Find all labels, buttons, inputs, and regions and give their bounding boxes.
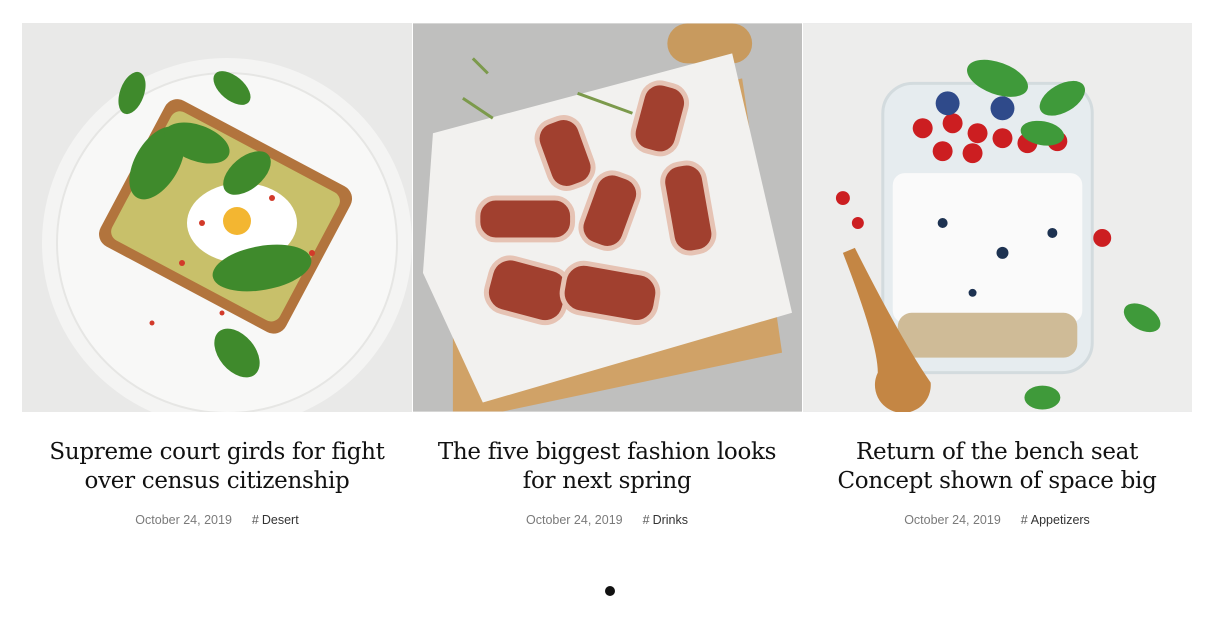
post-card: Supreme court girds for fight over censu… (22, 23, 412, 527)
avocado-toast-image (22, 23, 412, 412)
post-category[interactable]: # Appetizers (1021, 513, 1090, 527)
yogurt-parfait-image (803, 23, 1192, 412)
post-cards: Supreme court girds for fight over censu… (22, 23, 1192, 527)
post-title[interactable]: Return of the bench seat Concept shown o… (822, 438, 1172, 496)
post-date: October 24, 2019 (526, 513, 623, 527)
post-thumbnail-avocado-toast[interactable] (22, 23, 412, 412)
hash-icon: # (251, 513, 259, 527)
post-category-label[interactable]: Appetizers (1031, 513, 1090, 527)
hash-icon: # (642, 513, 650, 527)
pagination-dot-active[interactable] (604, 586, 615, 596)
bacon-skewers-image (413, 23, 802, 412)
post-card: Return of the bench seat Concept shown o… (802, 23, 1192, 527)
post-title-link[interactable]: The five biggest fashion looks for next … (438, 439, 777, 494)
post-date: October 24, 2019 (904, 513, 1001, 527)
post-date: October 24, 2019 (135, 513, 232, 527)
hash-icon: # (1020, 513, 1028, 527)
post-category[interactable]: # Drinks (643, 513, 688, 527)
post-carousel: Supreme court girds for fight over censu… (0, 0, 1219, 619)
carousel-pagination (0, 586, 1219, 596)
post-title[interactable]: The five biggest fashion looks for next … (432, 438, 782, 496)
post-category-label[interactable]: Desert (262, 513, 299, 527)
post-title[interactable]: Supreme court girds for fight over censu… (42, 438, 392, 496)
post-thumbnail-yogurt-parfait[interactable] (802, 23, 1192, 412)
post-meta: October 24, 2019 # Desert (22, 513, 412, 527)
post-card: The five biggest fashion looks for next … (412, 23, 802, 527)
post-meta: October 24, 2019 # Appetizers (802, 513, 1192, 527)
post-title-link[interactable]: Supreme court girds for fight over censu… (49, 439, 385, 494)
post-title-link[interactable]: Return of the bench seat Concept shown o… (837, 439, 1156, 494)
post-meta: October 24, 2019 # Drinks (412, 513, 802, 527)
post-category-label[interactable]: Drinks (653, 513, 688, 527)
post-thumbnail-bacon-skewers[interactable] (412, 23, 802, 412)
post-category[interactable]: # Desert (252, 513, 299, 527)
